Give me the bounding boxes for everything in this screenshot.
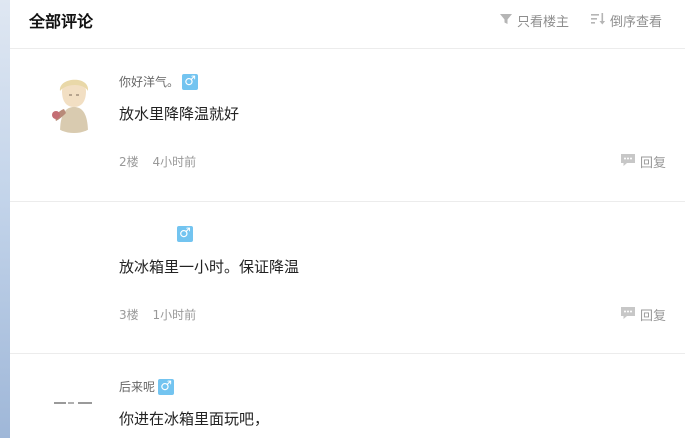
reply-bubble-icon — [620, 153, 636, 171]
comment-item: ♂ 放冰箱里一小时。保证降温 3楼 1小时前 回复 — [10, 202, 685, 354]
avatar[interactable] — [42, 222, 106, 286]
only-op-button[interactable]: 只看楼主 — [499, 11, 569, 30]
username-row: 后来呢 ♂ — [119, 378, 175, 395]
reply-label: 回复 — [640, 156, 667, 171]
floor-number: 2楼 — [119, 155, 139, 169]
reply-button[interactable]: 回复 — [620, 152, 666, 171]
floor-number: 3楼 — [119, 308, 139, 322]
comments-title: 全部评论 — [29, 12, 94, 31]
username[interactable]: 你好洋气。 — [119, 73, 179, 90]
reverse-order-button[interactable]: 倒序查看 — [590, 11, 662, 30]
comment-text: 放冰箱里一小时。保证降温 — [119, 258, 300, 276]
comment-meta: 3楼 1小时前 — [119, 306, 206, 323]
filter-icon — [499, 12, 513, 30]
reply-label: 回复 — [640, 309, 667, 324]
left-edge-strip — [0, 0, 10, 438]
comment-meta: 2楼 4小时前 — [119, 153, 206, 170]
post-time: 1小时前 — [152, 308, 197, 322]
page: 全部评论 只看楼主 倒序查看 你好洋气。 ♂ 放水里降降温就好 2楼 4小时前 … — [0, 0, 685, 438]
male-gender-icon: ♂ — [177, 226, 193, 242]
comment-item: 后来呢 ♂ 你进在冰箱里面玩吧， — [10, 354, 685, 438]
comment-item: 你好洋气。 ♂ 放水里降降温就好 2楼 4小时前 回复 — [10, 49, 685, 202]
male-gender-icon: ♂ — [158, 378, 175, 395]
avatar[interactable] — [42, 374, 106, 438]
only-op-label: 只看楼主 — [517, 15, 570, 30]
comment-text: 放水里降降温就好 — [119, 105, 240, 123]
avatar[interactable] — [42, 69, 106, 133]
username-row: 你好洋气。 ♂ — [119, 73, 199, 90]
comments-header: 全部评论 只看楼主 倒序查看 — [10, 0, 685, 49]
reply-button[interactable]: 回复 — [620, 305, 666, 324]
reply-bubble-icon — [620, 306, 636, 324]
post-time: 4小时前 — [152, 155, 197, 169]
comment-text: 你进在冰箱里面玩吧， — [119, 410, 270, 428]
reverse-order-label: 倒序查看 — [610, 15, 663, 30]
username[interactable]: 后来呢 — [119, 378, 155, 395]
sort-icon — [590, 12, 606, 30]
male-gender-icon: ♂ — [182, 73, 199, 90]
username-row: ♂ — [174, 226, 193, 242]
